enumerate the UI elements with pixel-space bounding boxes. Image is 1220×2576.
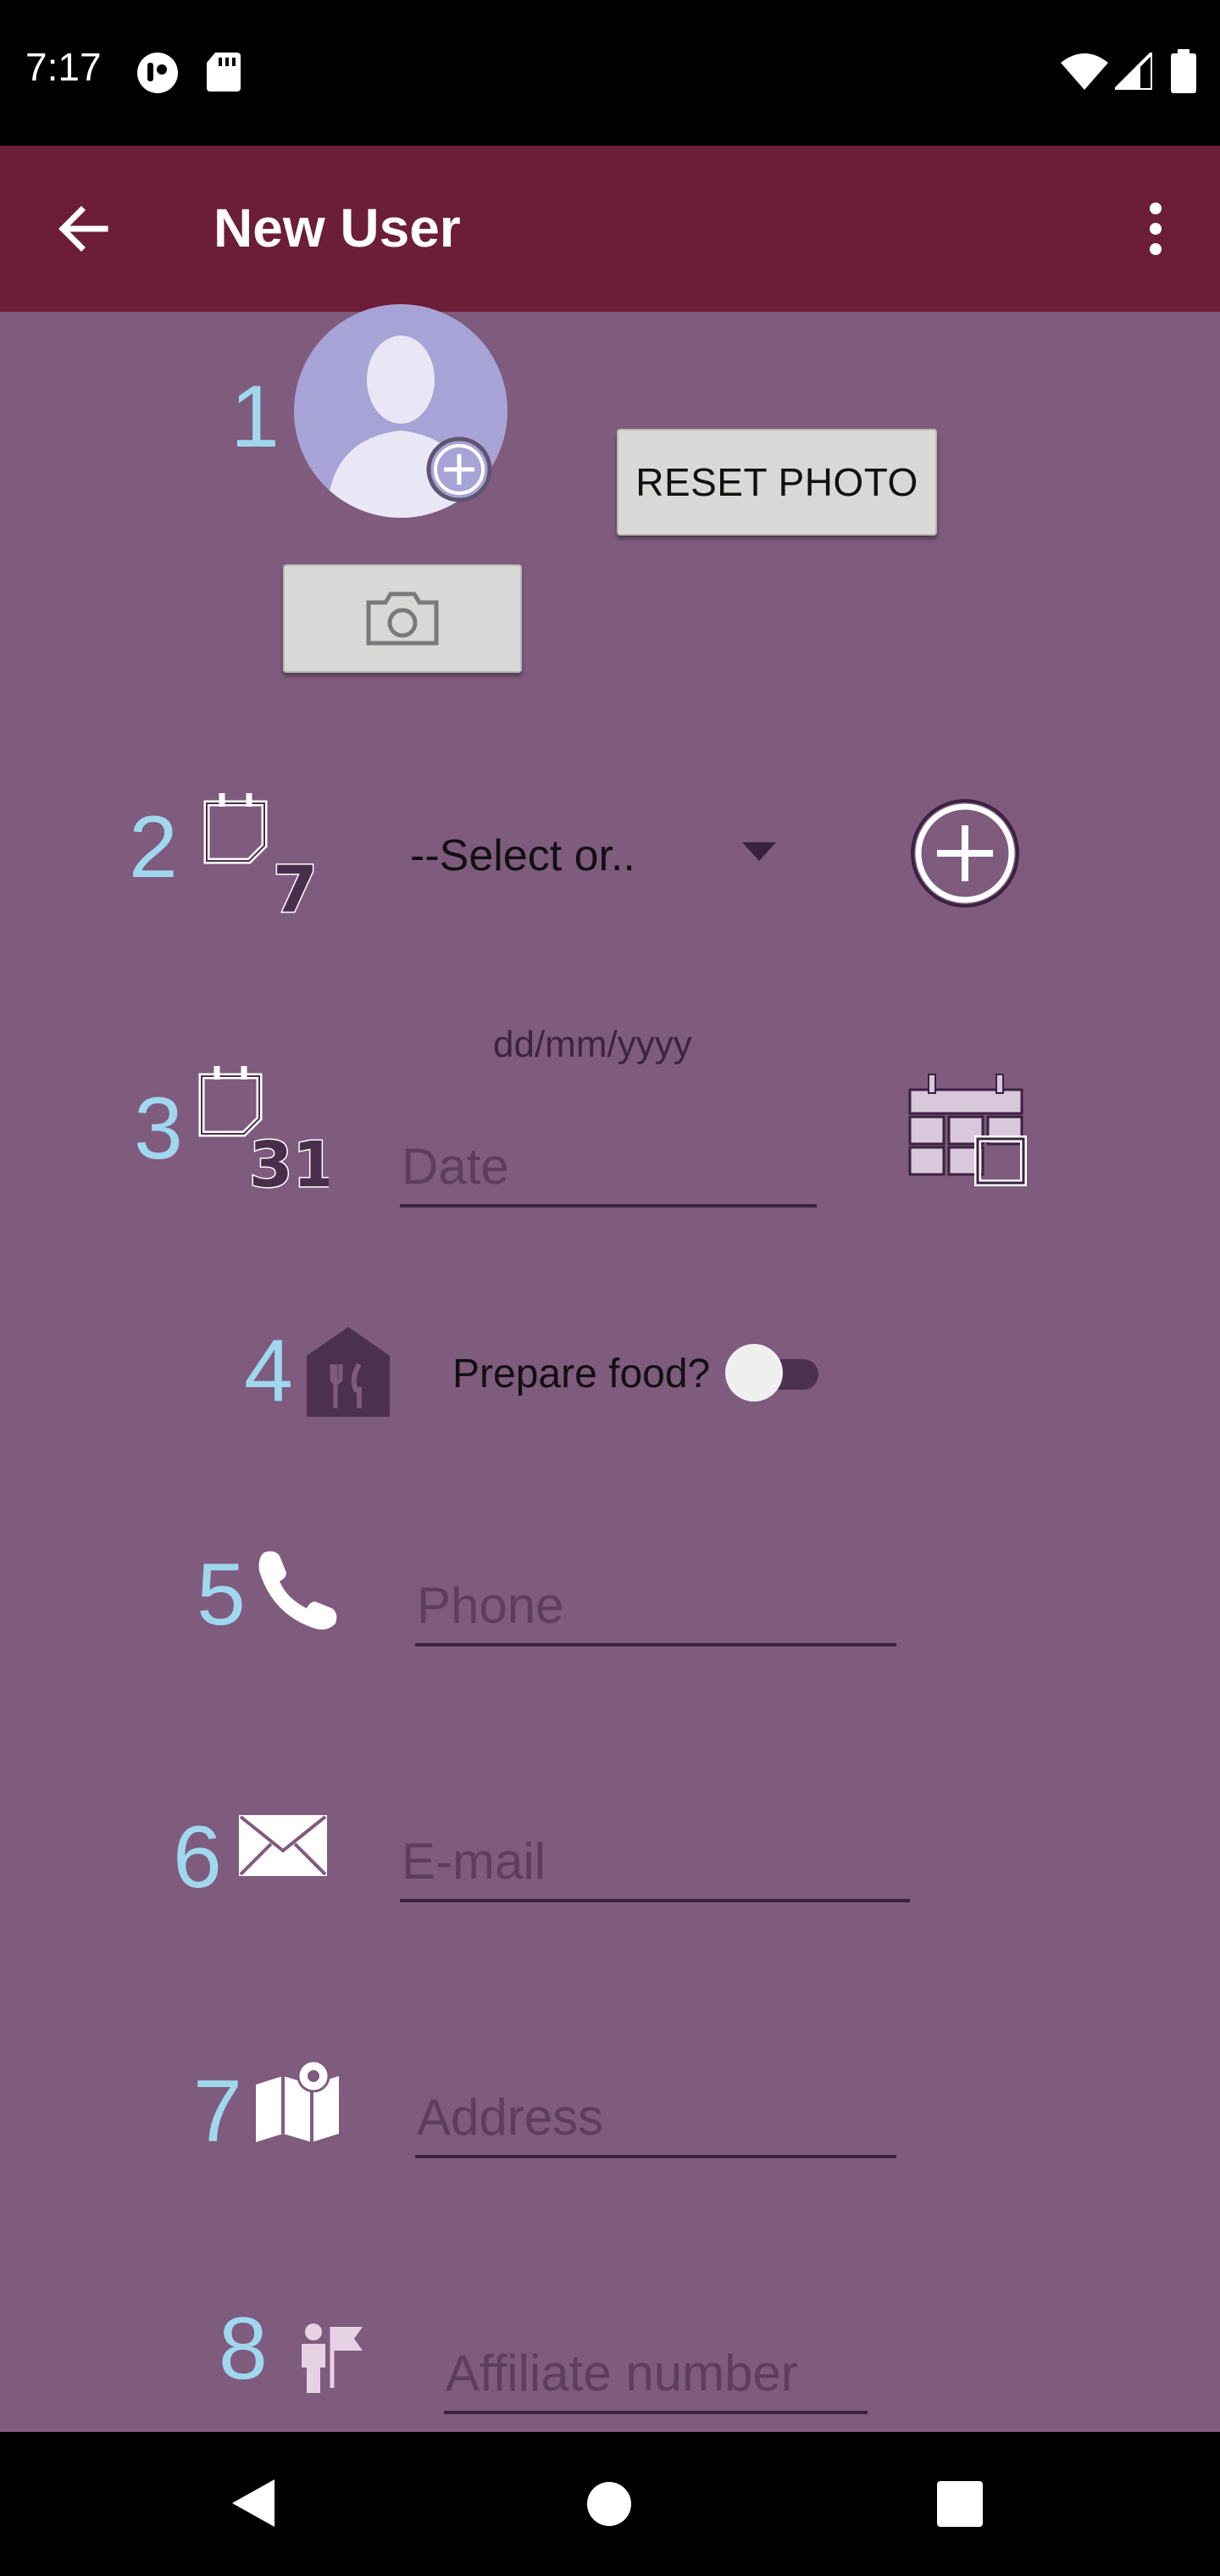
sd-card-icon xyxy=(207,53,241,92)
arrow-back-icon[interactable] xyxy=(56,202,110,256)
map-pin-icon xyxy=(256,2059,339,2142)
wifi-icon xyxy=(1061,53,1108,90)
restaurant-icon xyxy=(307,1327,390,1417)
step-number-1: 1 xyxy=(230,368,280,466)
calendar-month-number: 31 xyxy=(249,1129,329,1195)
chevron-down-icon[interactable] xyxy=(742,842,776,861)
calendar-week-number: 7 xyxy=(273,852,318,922)
step-number-5: 5 xyxy=(197,1546,246,1644)
battery-icon xyxy=(1171,49,1196,93)
reset-photo-button[interactable]: RESET PHOTO xyxy=(617,429,937,536)
email-input[interactable] xyxy=(400,1832,910,1902)
prepare-food-label: Prepare food? xyxy=(452,1352,711,1396)
phone-input[interactable] xyxy=(415,1576,896,1646)
address-input[interactable] xyxy=(415,2088,896,2158)
home-circle-icon[interactable] xyxy=(586,2481,632,2527)
person-flag-icon xyxy=(302,2323,363,2393)
calendar-week-icon: 7 xyxy=(203,793,319,922)
date-format-hint: dd/mm/yyyy xyxy=(493,1024,692,1065)
phone-icon xyxy=(258,1551,337,1630)
more-vert-icon[interactable] xyxy=(1142,202,1169,256)
step-number-7: 7 xyxy=(193,2062,242,2161)
date-input[interactable] xyxy=(400,1137,817,1208)
step-number-2: 2 xyxy=(129,798,178,897)
affiliate-number-input[interactable] xyxy=(444,2344,868,2414)
avatar[interactable] xyxy=(293,303,508,519)
add-circle-icon[interactable] xyxy=(908,797,1022,910)
app-bar xyxy=(0,146,1220,312)
envelope-icon xyxy=(239,1815,327,1876)
page-title: New User xyxy=(214,197,461,258)
calendar-picker-icon[interactable] xyxy=(905,1071,1029,1188)
step-number-6: 6 xyxy=(173,1808,222,1907)
camera-icon xyxy=(366,591,439,646)
back-triangle-icon[interactable] xyxy=(230,2478,276,2529)
schedule-select-value[interactable]: --Select or.. xyxy=(410,830,635,881)
camera-button[interactable] xyxy=(283,564,522,673)
prepare-food-toggle[interactable] xyxy=(722,1341,827,1405)
recents-square-icon[interactable] xyxy=(937,2481,983,2527)
media-app-icon xyxy=(137,53,178,93)
step-number-8: 8 xyxy=(219,2300,268,2398)
status-time: 7:17 xyxy=(25,45,102,89)
reset-photo-label: RESET PHOTO xyxy=(635,460,918,504)
step-number-4: 4 xyxy=(244,1322,293,1420)
signal-icon xyxy=(1115,53,1152,90)
status-bar xyxy=(0,0,1220,146)
step-number-3: 3 xyxy=(134,1080,183,1178)
calendar-month-icon: 31 xyxy=(198,1066,329,1195)
